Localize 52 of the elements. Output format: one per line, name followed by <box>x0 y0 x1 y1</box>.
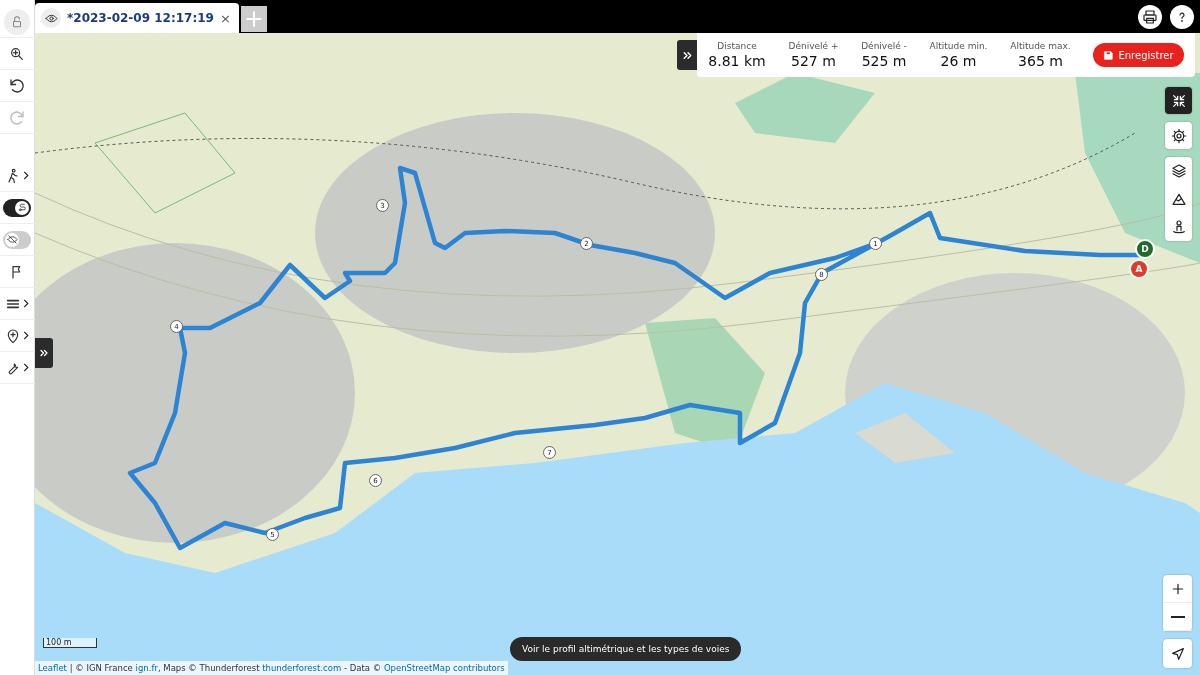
help-button[interactable] <box>1170 5 1194 29</box>
floppy-icon <box>1103 49 1115 61</box>
document-tab[interactable]: *2023-02-09 12:17:19 × <box>35 3 239 33</box>
layers-icon <box>1170 163 1187 179</box>
stat-value: 525 m <box>861 53 907 69</box>
double-chevron-icon <box>38 347 50 359</box>
printer-icon <box>1142 9 1158 25</box>
stat-label: Altitude max. <box>1010 41 1071 51</box>
toggle-switch[interactable] <box>3 230 31 249</box>
close-tab-button[interactable]: × <box>219 10 231 26</box>
settings-button[interactable] <box>1165 122 1192 149</box>
scale-bar: 100 m <box>43 638 97 648</box>
eye-slash-icon <box>6 234 18 245</box>
padlock-icon[interactable] <box>10 14 24 29</box>
plus-icon <box>243 9 264 29</box>
gear-icon <box>1170 127 1187 144</box>
tab-title: *2023-02-09 12:17:19 <box>67 11 214 25</box>
stat-value: 527 m <box>791 53 836 69</box>
navigation-arrow-icon <box>1169 645 1186 662</box>
chevron-icon[interactable] <box>23 299 29 308</box>
chevron-icon[interactable] <box>23 331 29 340</box>
stat-label: Distance <box>717 41 757 51</box>
arrows-in-icon <box>1170 92 1187 109</box>
locate-button[interactable] <box>1163 639 1192 668</box>
stat-label: Dénivelé - <box>861 41 907 51</box>
stat-value: 8.81 km <box>708 53 766 69</box>
undo-icon[interactable] <box>8 76 26 95</box>
mountain-icon <box>1170 191 1187 207</box>
stat-value: 365 m <box>1018 53 1063 69</box>
stat-label: Altitude min. <box>929 41 988 51</box>
stat-label: Dénivelé + <box>788 41 839 51</box>
chevron-icon[interactable] <box>23 171 29 180</box>
stat-value: 26 m <box>940 53 977 69</box>
elevation-profile-button[interactable]: Voir le profil altimétrique et les types de voies <box>510 637 742 661</box>
attribution-text: Leaflet | © IGN France ign.fr, Maps © Thunderforest thunderforest.com - Data © OpenStreetMap contributors <box>35 661 508 675</box>
attribution-link[interactable]: Leaflet <box>38 663 67 673</box>
pin-plus-icon[interactable] <box>5 327 21 344</box>
attribution-link[interactable]: OpenStreetMap contributors <box>383 663 505 673</box>
expand-button[interactable] <box>35 338 53 368</box>
print-button[interactable] <box>1138 5 1162 29</box>
route-icon <box>16 202 28 213</box>
person-icon <box>1170 219 1187 235</box>
minus-icon <box>1170 615 1185 618</box>
zoom-icon[interactable] <box>9 45 25 62</box>
chevron-icon[interactable] <box>23 363 29 372</box>
new-tab-button[interactable] <box>240 6 267 32</box>
attribution-link[interactable]: thunderforest.com <box>262 663 342 673</box>
toggle-switch[interactable] <box>3 198 31 217</box>
collapse-button[interactable] <box>677 40 697 70</box>
save-button[interactable]: Enregistrer <box>1093 43 1184 67</box>
attribution-link[interactable]: ign.fr <box>135 663 158 673</box>
fullscreen-exit-button[interactable] <box>1165 87 1192 114</box>
